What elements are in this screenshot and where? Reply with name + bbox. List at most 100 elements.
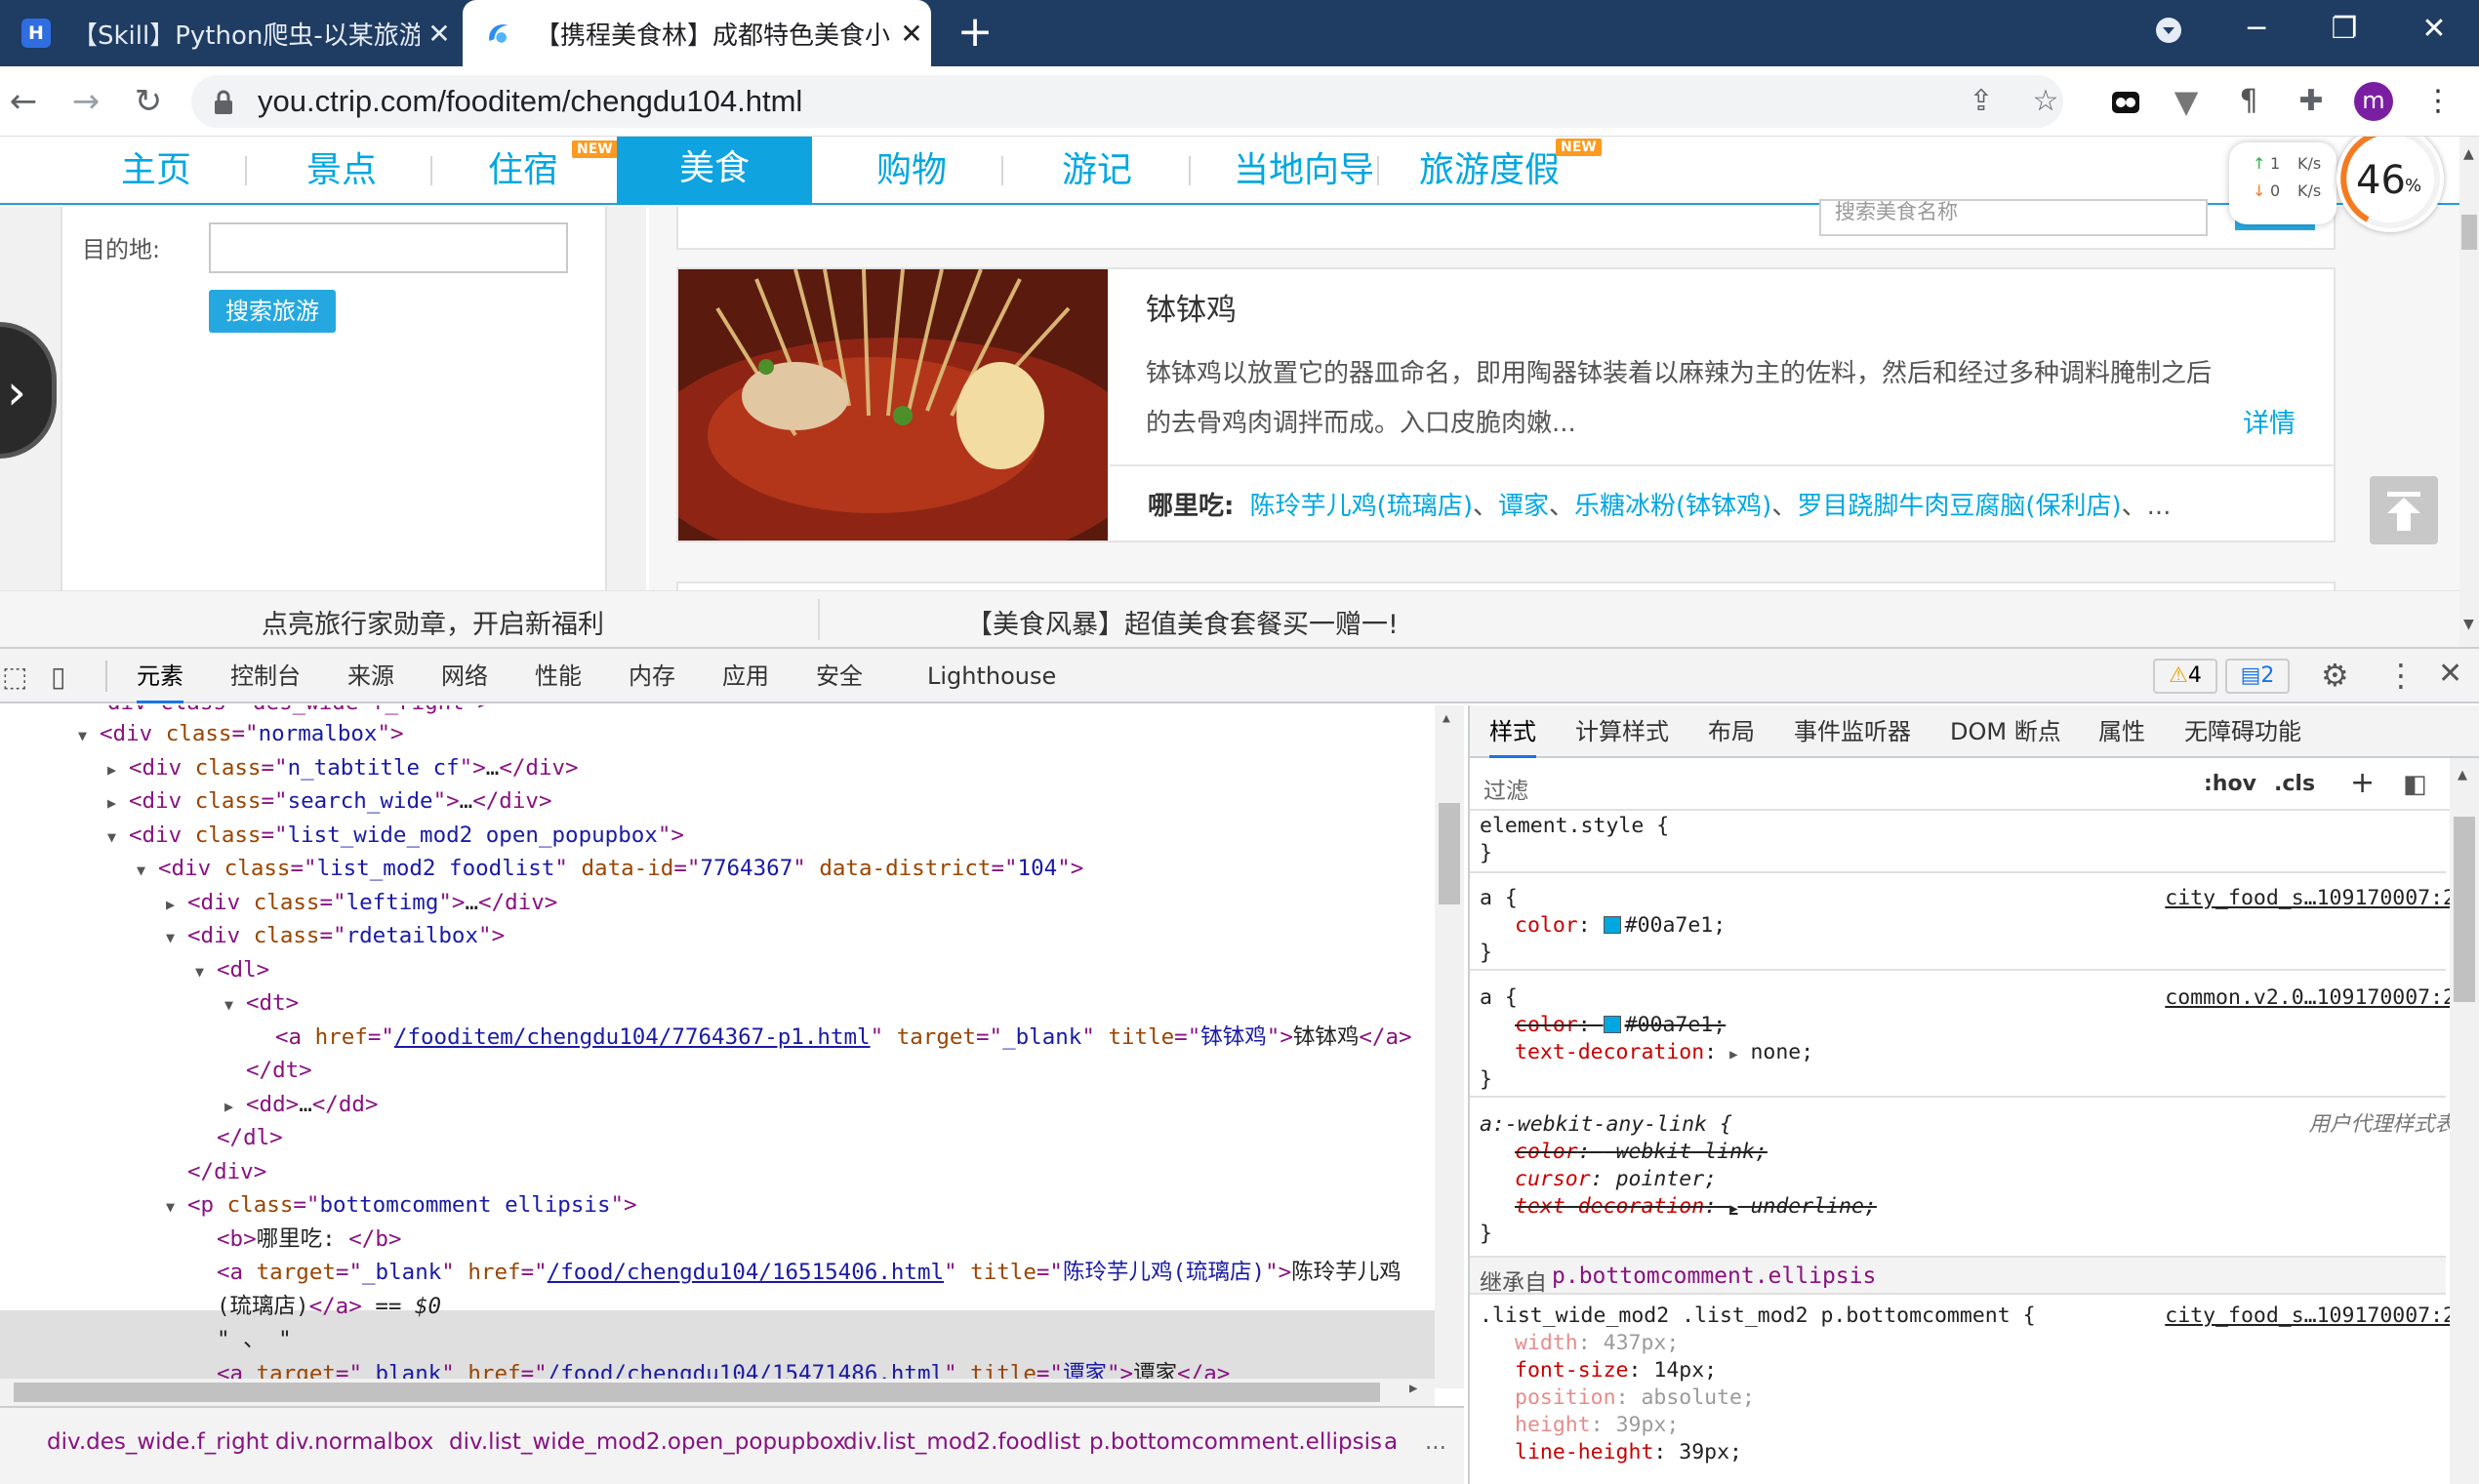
nav-food-active[interactable]: 美食 bbox=[617, 137, 812, 205]
scrollbar-thumb[interactable] bbox=[1439, 803, 1460, 904]
browser-tab-active[interactable]: 【携程美食林】成都特色美食小吃 ✕ bbox=[463, 0, 931, 66]
subtab-layout[interactable]: 布局 bbox=[1708, 705, 1755, 758]
nav-hotels[interactable]: 住宿 bbox=[465, 140, 582, 201]
declaration[interactable]: text-decoration: ▶ none; bbox=[1515, 1039, 1813, 1066]
back-to-top-button[interactable] bbox=[2370, 476, 2438, 544]
dom-node-line[interactable]: ▶ <div class="search_wide">…</div> bbox=[107, 784, 552, 818]
close-tab-icon[interactable]: ✕ bbox=[420, 18, 459, 50]
overridden-declaration[interactable]: color: #00a7e1; bbox=[1515, 1012, 1726, 1039]
dom-node-line[interactable]: <a href="/fooditem/chengdu104/7764367-p1… bbox=[254, 1021, 1412, 1054]
tab-performance[interactable]: 性能 bbox=[535, 649, 582, 703]
expand-arrow-icon[interactable]: ▶ bbox=[1729, 1047, 1737, 1063]
page-scrollbar[interactable]: ▲ ▼ bbox=[2459, 137, 2479, 647]
profile-avatar[interactable]: m bbox=[2354, 82, 2393, 121]
extension-icon[interactable] bbox=[2104, 80, 2147, 123]
cpu-gauge[interactable]: 46 % bbox=[2337, 137, 2444, 232]
tab-network[interactable]: 网络 bbox=[441, 649, 488, 703]
vpn-extension-icon[interactable]: ▼ bbox=[2165, 80, 2208, 123]
breadcrumb-item[interactable]: p.bottomcomment.ellipsis bbox=[1089, 1429, 1382, 1455]
food-image[interactable] bbox=[678, 269, 1108, 541]
browser-tab[interactable]: H 【Skill】Python爬虫-以某旅游网 ✕ bbox=[0, 0, 459, 66]
scroll-down-arrow-icon[interactable]: ▼ bbox=[2463, 617, 2474, 632]
dom-node-line[interactable]: <b>哪里吃: </b> bbox=[195, 1223, 401, 1256]
dom-node-line[interactable]: ▼ <p class="bottomcomment ellipsis"> bbox=[166, 1188, 637, 1222]
dom-node-line[interactable]: ▶ <div class="leftimg">…</div> bbox=[166, 886, 557, 919]
tab-search-icon[interactable] bbox=[2130, 0, 2208, 60]
selector[interactable]: element.style { bbox=[1480, 813, 1669, 840]
dom-node-line[interactable]: ▼ <div class="list_mod2 foodlist" data-id… bbox=[137, 852, 1083, 885]
scrollbar-thumb[interactable] bbox=[2461, 215, 2477, 250]
breadcrumb-item[interactable]: div.des_wide.f_right bbox=[47, 1429, 268, 1455]
bookmark-star-icon[interactable]: ☆ bbox=[2024, 80, 2067, 123]
tab-application[interactable]: 应用 bbox=[722, 649, 769, 703]
scroll-up-arrow-icon[interactable]: ▲ bbox=[1443, 711, 1450, 726]
breadcrumb-item[interactable]: div.list_mod2.foodlist bbox=[843, 1429, 1080, 1455]
collapse-triangle-icon[interactable]: ▼ bbox=[224, 988, 246, 1022]
url-text[interactable]: you.ctrip.com/fooditem/chengdu104.html bbox=[258, 80, 802, 123]
subtab-styles[interactable]: 样式 bbox=[1489, 705, 1536, 758]
collapse-triangle-icon[interactable]: ▼ bbox=[78, 719, 100, 752]
tab-lighthouse[interactable]: Lighthouse bbox=[927, 649, 1056, 703]
reload-icon[interactable]: ↻ bbox=[131, 84, 166, 119]
paragraph-extension-icon[interactable]: ¶ bbox=[2227, 80, 2270, 123]
rule-source-link[interactable]: city_food_s…109170007:2 bbox=[2165, 1303, 2456, 1330]
device-toolbar-icon[interactable]: ▯ bbox=[51, 661, 65, 693]
dom-href-link[interactable]: /food/chengdu104/16515406.html bbox=[548, 1260, 944, 1285]
dom-node-line[interactable]: " 、 " bbox=[195, 1323, 292, 1356]
dom-node-line[interactable]: (琉璃店)</a> == $0 bbox=[195, 1290, 441, 1323]
breadcrumb-item[interactable]: div.normalbox bbox=[275, 1429, 433, 1455]
puzzle-extensions-icon[interactable]: ✚ bbox=[2290, 80, 2333, 123]
settings-gear-icon[interactable]: ⚙ bbox=[2321, 657, 2349, 694]
scrollbar-thumb[interactable] bbox=[2454, 817, 2475, 1002]
search-travel-button[interactable]: 搜索旅游 bbox=[209, 290, 336, 333]
dom-node-line[interactable]: </dt> bbox=[224, 1054, 312, 1087]
scroll-right-arrow-icon[interactable]: ▶ bbox=[1409, 1381, 1417, 1396]
tab-security[interactable]: 安全 bbox=[816, 649, 863, 703]
expand-triangle-icon[interactable]: ▶ bbox=[107, 753, 129, 786]
subtab-computed[interactable]: 计算样式 bbox=[1575, 705, 1669, 758]
place-link[interactable]: 陈玲芋儿鸡(琉璃店) bbox=[1250, 492, 1473, 521]
collapse-triangle-icon[interactable]: ▼ bbox=[107, 821, 129, 854]
expand-triangle-icon[interactable]: ▶ bbox=[166, 888, 187, 921]
color-swatch[interactable] bbox=[1603, 1016, 1621, 1033]
inspect-element-icon[interactable]: ⬚ bbox=[2, 661, 27, 693]
collapse-triangle-icon[interactable]: ▼ bbox=[195, 955, 217, 988]
messages-badge[interactable]: ▤2 bbox=[2225, 659, 2290, 694]
scroll-up-arrow-icon[interactable]: ▲ bbox=[2463, 146, 2474, 162]
hov-toggle[interactable]: :hov bbox=[2204, 772, 2256, 796]
subtab-event-listeners[interactable]: 事件监听器 bbox=[1794, 705, 1911, 758]
nav-sights[interactable]: 景点 bbox=[283, 140, 400, 201]
place-link[interactable]: 乐糖冰粉(钵钵鸡) bbox=[1574, 492, 1771, 521]
close-window-icon[interactable]: ✕ bbox=[2395, 0, 2473, 60]
inactive-declaration[interactable]: height: 39px; bbox=[1515, 1412, 1679, 1439]
dom-node-line[interactable]: </dl> bbox=[195, 1121, 283, 1154]
tab-memory[interactable]: 内存 bbox=[629, 649, 675, 703]
dom-horizontal-scrollbar[interactable]: ▶ bbox=[0, 1379, 1435, 1406]
dom-node-line[interactable]: ▼ <div class="list_wide_mod2 open_popupbo… bbox=[107, 819, 684, 852]
cls-toggle[interactable]: .cls bbox=[2274, 772, 2315, 796]
nav-travelogue[interactable]: 游记 bbox=[1038, 140, 1156, 201]
lock-icon[interactable] bbox=[213, 90, 234, 119]
dom-node-line[interactable]: ▶ <dd>…</dd> bbox=[224, 1088, 378, 1121]
nav-home[interactable]: 主页 bbox=[98, 140, 215, 201]
place-link[interactable]: 谭家 bbox=[1498, 492, 1549, 521]
tab-elements[interactable]: 元素 bbox=[137, 649, 183, 703]
inactive-declaration[interactable]: position: absolute; bbox=[1515, 1384, 1755, 1412]
subtab-accessibility[interactable]: 无障碍功能 bbox=[2184, 705, 2301, 758]
declaration[interactable]: color: #00a7e1; bbox=[1515, 912, 1726, 940]
dom-node-line[interactable]: ▼ <div class="normalbox"> bbox=[78, 717, 404, 750]
rule-source-link[interactable]: city_food_s…109170007:2 bbox=[2165, 885, 2456, 912]
declaration[interactable]: line-height: 39px; bbox=[1515, 1439, 1742, 1466]
selector[interactable]: a { bbox=[1480, 984, 1518, 1012]
styles-filter-input[interactable]: 过滤 bbox=[1483, 772, 1528, 805]
breadcrumb-item[interactable]: a bbox=[1384, 1429, 1398, 1455]
warnings-badge[interactable]: ⚠4 bbox=[2153, 659, 2217, 694]
scroll-up-arrow-icon[interactable]: ▲ bbox=[2458, 768, 2467, 782]
nav-shopping[interactable]: 购物 bbox=[853, 140, 970, 201]
collapse-triangle-icon[interactable]: ▼ bbox=[166, 921, 187, 954]
subtab-dom-breakpoints[interactable]: DOM 断点 bbox=[1950, 705, 2061, 758]
breadcrumb-more[interactable]: ... bbox=[1425, 1429, 1446, 1455]
toggle-sidebar-icon[interactable]: ◧ bbox=[2403, 770, 2427, 799]
new-style-rule-icon[interactable]: + bbox=[2350, 766, 2375, 800]
back-icon[interactable]: ← bbox=[6, 84, 41, 119]
